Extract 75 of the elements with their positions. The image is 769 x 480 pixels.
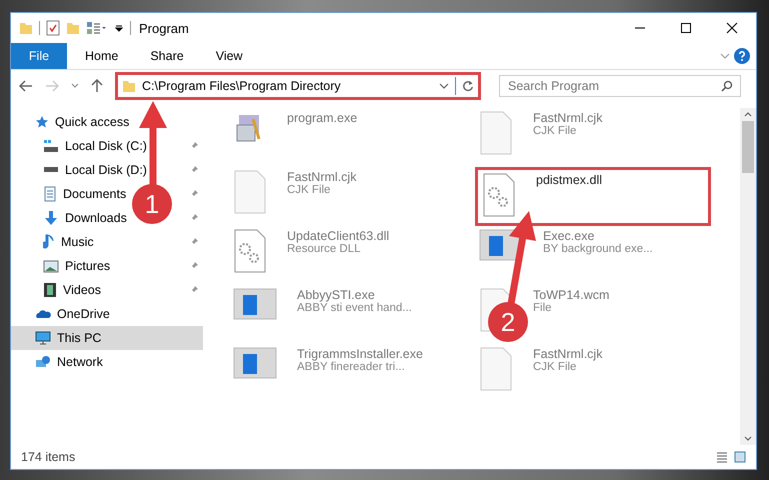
file-name[interactable]: TrigrammsInstaller.exe (297, 347, 423, 361)
view-options-icon[interactable] (86, 21, 108, 35)
nav-item[interactable]: Pictures (11, 254, 110, 278)
ribbon-tab[interactable]: Share (136, 43, 198, 69)
scrollbar[interactable] (740, 108, 756, 445)
tiles-view-icon[interactable] (734, 451, 746, 463)
file-name[interactable]: ToWP14.wcm (533, 288, 610, 302)
nav-item[interactable]: Music (11, 230, 94, 254)
application-icon (233, 347, 277, 379)
refresh-icon[interactable] (462, 80, 474, 92)
file-type: CJK File (287, 184, 332, 196)
ribbon-tab[interactable]: Home (71, 43, 132, 69)
search-icon (721, 80, 733, 92)
film-icon (43, 282, 57, 298)
file-item[interactable]: pdistmex.dll (475, 167, 711, 226)
nav-item[interactable]: Videos (11, 278, 101, 302)
file-type: CJK File (533, 125, 578, 137)
cloud-icon (35, 309, 51, 319)
nav-item[interactable]: Local Disk (C:) (11, 134, 147, 158)
file-type: File (533, 302, 553, 314)
scroll-up-icon[interactable] (744, 111, 752, 117)
search-field[interactable]: Search Program (499, 75, 741, 97)
close-icon[interactable] (726, 22, 738, 34)
star-icon (35, 115, 49, 129)
gears-file-icon (233, 229, 267, 273)
drive-icon (43, 167, 59, 173)
folder-icon (122, 80, 136, 92)
file-name[interactable]: Exec.exe (543, 229, 653, 243)
maximize-icon[interactable] (680, 22, 692, 34)
scroll-down-icon[interactable] (744, 436, 752, 442)
file-type: ABBY sti event hand... (297, 302, 412, 314)
customize-dropdown-icon[interactable] (114, 23, 124, 33)
music-note-icon (43, 234, 55, 250)
nav-item[interactable]: Network (11, 350, 203, 374)
file-name[interactable]: UpdateClient63.dll (287, 229, 390, 243)
file-type: Resource DLL (287, 243, 362, 255)
window-title: Program (139, 20, 189, 36)
document-icon (43, 186, 57, 202)
download-arrow-icon (43, 210, 59, 226)
nav-item[interactable]: Local Disk (D:) (11, 158, 147, 182)
scrollbar-thumb[interactable] (742, 121, 754, 173)
recent-dropdown-icon[interactable] (71, 83, 79, 89)
file-name: pdistmex.dll (536, 173, 602, 187)
file-type: ABBY finereader tri... (297, 361, 406, 373)
file-name[interactable]: FastNrml.cjk (533, 111, 602, 125)
back-arrow-icon[interactable] (19, 80, 33, 92)
file-type: BY background exe... (543, 243, 653, 255)
up-arrow-icon[interactable] (91, 79, 103, 93)
file-type: CJK File (533, 361, 578, 373)
properties-icon[interactable] (46, 20, 60, 36)
drive-icon (43, 140, 59, 152)
nav-item[interactable]: OneDrive (11, 302, 203, 326)
file-name[interactable]: FastNrml.cjk (533, 347, 602, 361)
file-menu-button[interactable]: File (11, 43, 67, 69)
item-count: 174 items (21, 450, 76, 464)
nav-item[interactable]: Documents (11, 182, 126, 206)
application-icon (233, 288, 277, 320)
chevron-down-icon[interactable] (439, 82, 449, 90)
network-icon (35, 355, 51, 369)
gears-file-icon (482, 173, 516, 217)
file-name[interactable]: program.exe (287, 111, 358, 125)
picture-icon (43, 260, 59, 272)
ribbon-tab[interactable]: View (202, 43, 257, 69)
help-icon[interactable] (734, 48, 750, 64)
nav-item[interactable]: Downloads (11, 206, 127, 230)
blank-file-icon (479, 347, 513, 391)
address-bar[interactable]: C:\Program Files\Program Directory (115, 72, 481, 100)
blank-file-icon (233, 170, 267, 214)
blank-file-icon (479, 111, 513, 155)
nav-item[interactable]: Quick access (11, 110, 203, 134)
computer-icon (35, 331, 51, 345)
file-name[interactable]: AbbyySTI.exe (297, 288, 412, 302)
details-view-icon[interactable] (716, 451, 728, 463)
file-name[interactable]: FastNrml.cjk (287, 170, 356, 184)
nav-item[interactable]: This PC (11, 326, 203, 350)
